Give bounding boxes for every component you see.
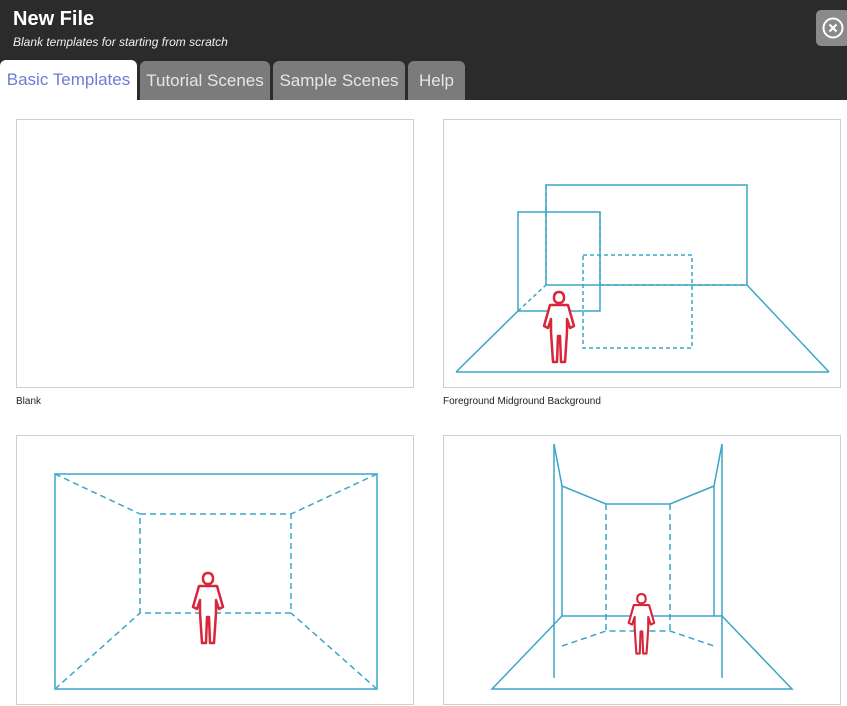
dialog-subtitle: Blank templates for starting from scratc… — [13, 35, 228, 49]
human-figure-icon — [542, 290, 576, 364]
room-preview — [54, 473, 378, 690]
template-fmb-card[interactable] — [443, 119, 841, 388]
tab-sample-scenes[interactable]: Sample Scenes — [273, 61, 405, 100]
human-figure-icon — [191, 571, 225, 645]
human-figure-icon — [627, 592, 656, 655]
template-room-card[interactable] — [16, 435, 414, 705]
close-button[interactable] — [816, 10, 847, 46]
tab-help[interactable]: Help — [408, 61, 465, 100]
fmb-preview — [455, 184, 830, 373]
template-blank-label: Blank — [16, 396, 42, 407]
template-fmb-label: Foreground Midground Background — [443, 396, 601, 407]
dialog-title: New File — [13, 8, 95, 30]
dialog-header: New File Blank templates for starting fr… — [0, 0, 847, 100]
corridor-preview — [490, 443, 794, 690]
template-corridor-card[interactable] — [443, 435, 841, 705]
tab-basic-templates[interactable]: Basic Templates — [0, 60, 137, 100]
template-blank-card[interactable] — [16, 119, 414, 388]
tab-tutorial-scenes[interactable]: Tutorial Scenes — [140, 61, 270, 100]
close-circle-icon — [822, 17, 844, 39]
